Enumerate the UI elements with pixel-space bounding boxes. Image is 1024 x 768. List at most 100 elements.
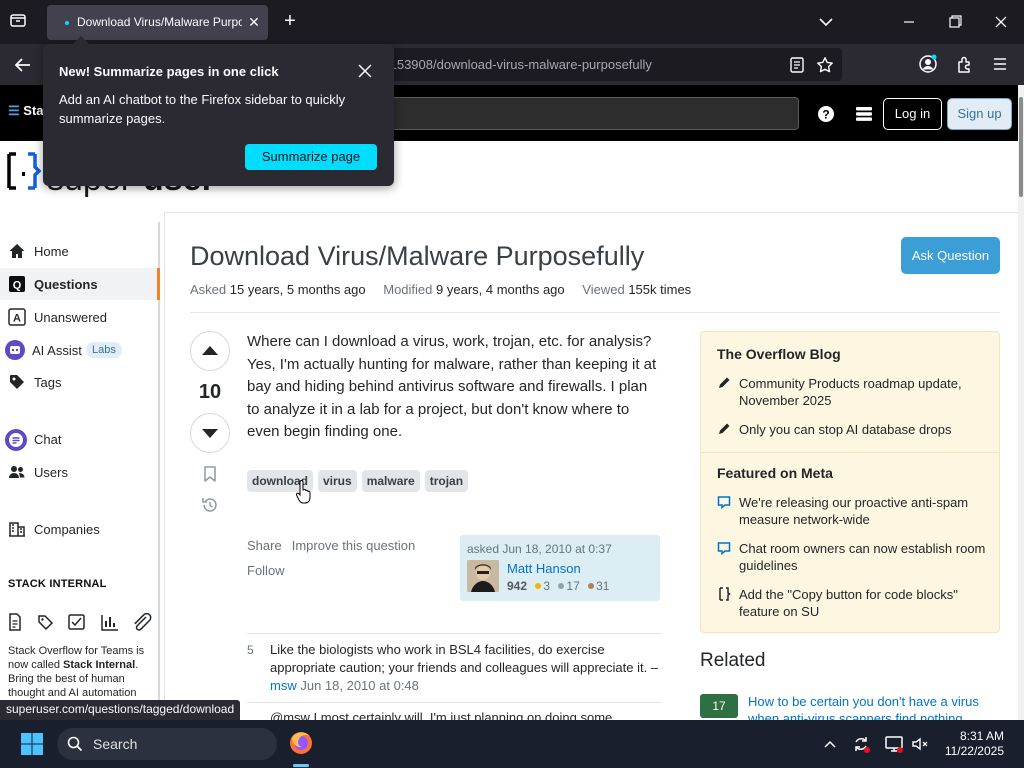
asker-user-card: asked Jun 18, 2010 at 0:37 Matt Hanson 9…: [460, 535, 660, 601]
stack-internal-bold: Stack Internal: [63, 659, 136, 671]
history-icon[interactable]: [200, 495, 220, 515]
search-icon: [67, 736, 83, 752]
restore-icon[interactable]: [945, 12, 965, 32]
close-icon[interactable]: [356, 62, 374, 80]
follow-link[interactable]: Follow: [247, 563, 285, 578]
extensions-icon[interactable]: [955, 54, 975, 74]
tab-close-icon[interactable]: ✕: [245, 13, 263, 31]
sidebar-item-ai-assist[interactable]: AI Assist Labs: [0, 334, 160, 366]
sidebar-item-companies[interactable]: Companies: [0, 513, 160, 545]
tag-trojan[interactable]: trojan: [424, 470, 469, 492]
sidebar-item-label: AI Assist: [32, 343, 82, 358]
users-icon: [8, 463, 26, 481]
network-icon[interactable]: [884, 734, 904, 754]
sidebar-item-home[interactable]: Home: [0, 235, 160, 267]
log-in-button[interactable]: Log in: [883, 98, 942, 130]
stack-exchange-icon: ☰: [8, 103, 24, 118]
check-box-icon: [68, 614, 85, 630]
avatar[interactable]: [467, 560, 499, 592]
tag-virus[interactable]: virus: [318, 470, 357, 492]
blog-heading: The Overflow Blog: [717, 346, 841, 362]
sign-up-button[interactable]: Sign up: [947, 98, 1012, 130]
share-link[interactable]: Share: [247, 538, 282, 553]
new-tab-icon[interactable]: +: [280, 11, 300, 32]
taskbar-search-input[interactable]: Search: [57, 728, 277, 760]
silver-badge-icon: [558, 583, 565, 589]
question-title[interactable]: Download Virus/Malware Purposefully: [190, 241, 644, 272]
taskbar-clock[interactable]: 8:31 AM 11/22/2025: [934, 729, 1004, 759]
sidebar-item-chat[interactable]: Chat: [0, 423, 160, 455]
improve-question-link[interactable]: Improve this question: [292, 538, 416, 553]
divider: [247, 702, 662, 703]
sidebar-item-label: Companies: [34, 522, 100, 537]
reputation-score: 942: [507, 579, 528, 593]
overflow-blog-widget: The Overflow Blog Community Products roa…: [700, 331, 1000, 633]
meta-item-link[interactable]: Chat room owners can now establish room …: [739, 540, 989, 574]
site-search-input[interactable]: [380, 97, 799, 130]
back-arrow-icon[interactable]: [12, 54, 34, 76]
downvote-button[interactable]: [190, 413, 230, 453]
browser-tab-bar: Download Virus/Malware Purpose ✕ +: [0, 0, 1024, 44]
meta-item-link[interactable]: We're releasing our proactive anti-spam …: [739, 494, 989, 528]
comment-user-link[interactable]: msw: [270, 678, 297, 693]
pencil-icon: [717, 422, 731, 436]
list-all-tabs-icon[interactable]: [816, 12, 836, 32]
sidebar-item-users[interactable]: Users: [0, 456, 160, 488]
chevron-up-icon[interactable]: [820, 734, 840, 754]
ask-question-button[interactable]: Ask Question: [901, 237, 1000, 274]
windows-taskbar: Search 8:31 AM 11/22/2025: [0, 720, 1024, 768]
stack-exchange-logo[interactable]: ☰ Sta: [8, 103, 44, 119]
tag-icon: [8, 373, 26, 391]
minimize-icon[interactable]: [899, 12, 919, 32]
upvote-button[interactable]: [190, 331, 230, 371]
comment-date[interactable]: Jun 18, 2010 at 0:48: [300, 678, 419, 693]
help-icon[interactable]: ?: [816, 104, 836, 124]
question-actions: Share Improve this question: [247, 538, 425, 553]
bookmark-icon[interactable]: [201, 465, 219, 483]
sidebar-item-questions[interactable]: Q Questions: [0, 268, 160, 300]
active-app-indicator: [293, 764, 309, 767]
document-icon: [9, 613, 21, 631]
tab-list-icon[interactable]: [8, 10, 32, 34]
taskbar-search-label: Search: [93, 736, 138, 752]
sidebar-item-tags[interactable]: Tags: [0, 366, 160, 398]
related-heading: Related: [700, 650, 766, 671]
tag-outline-icon: [38, 615, 54, 631]
scrollbar-thumb[interactable]: [1019, 97, 1023, 197]
summarize-promo-popup: New! Summarize pages in one click Add an…: [43, 36, 394, 186]
summarize-page-button[interactable]: Summarize page: [245, 144, 377, 170]
comment-body: Like the biologists who work in BSL4 fac…: [270, 641, 662, 695]
vote-count: 10: [198, 381, 222, 403]
viewed-label: Viewed: [582, 282, 625, 297]
tab-title: Download Virus/Malware Purpose: [77, 15, 242, 29]
close-window-icon[interactable]: [991, 12, 1011, 32]
svg-text:Q: Q: [13, 280, 22, 292]
sidebar-item-unanswered[interactable]: A Unanswered: [0, 301, 160, 333]
sync-icon[interactable]: [851, 734, 871, 754]
hand-pointer-cursor-icon: [295, 480, 311, 506]
page-scrollbar[interactable]: [1018, 85, 1024, 720]
stack-internal-icons: [6, 612, 156, 632]
blog-item-link[interactable]: Community Products roadmap update, Novem…: [739, 375, 989, 409]
svg-text:?: ?: [822, 108, 829, 122]
account-icon[interactable]: [918, 54, 938, 74]
tag-malware[interactable]: malware: [361, 470, 420, 492]
sidebar-item-label: Unanswered: [34, 310, 107, 325]
windows-start-icon[interactable]: [20, 732, 44, 756]
modified-value[interactable]: 9 years, 4 months ago: [436, 282, 565, 297]
site-switcher-icon[interactable]: [855, 105, 873, 123]
meta-heading: Featured on Meta: [717, 465, 833, 481]
comment-bubble-icon: [717, 541, 731, 556]
hamburger-menu-icon[interactable]: [990, 54, 1010, 74]
firefox-taskbar-icon[interactable]: [286, 726, 316, 760]
bookmark-star-icon[interactable]: [816, 56, 834, 74]
user-name-link[interactable]: Matt Hanson: [507, 561, 581, 576]
browser-tab-active[interactable]: Download Virus/Malware Purpose ✕: [47, 5, 268, 40]
divider: [247, 633, 662, 634]
blog-item-link[interactable]: Only you can stop AI database drops: [739, 421, 989, 438]
paperclip-icon: [134, 612, 152, 631]
meta-item-link[interactable]: Add the "Copy button for code blocks" fe…: [739, 586, 989, 620]
reader-view-icon[interactable]: [788, 56, 806, 74]
volume-muted-icon[interactable]: [910, 734, 930, 754]
unanswered-icon: A: [8, 308, 26, 326]
